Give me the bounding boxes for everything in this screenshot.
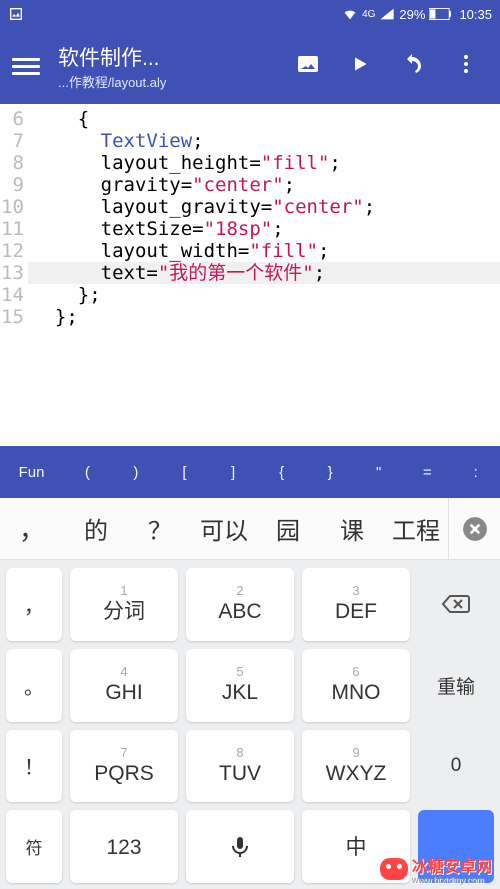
suggestion-item[interactable]: ？ bbox=[128, 511, 192, 546]
watermark-icon bbox=[380, 858, 408, 880]
suggestion-item[interactable]: ， bbox=[0, 510, 64, 547]
code-line[interactable]: layout_height="fill"; bbox=[28, 152, 500, 174]
watermark: 冰糖安卓网 www.btxtdmy.com bbox=[380, 853, 492, 885]
code-editor[interactable]: 6789101112131415 { TextView; layout_heig… bbox=[0, 104, 500, 446]
key[interactable]: 7PQRS bbox=[70, 730, 178, 803]
symbol-key[interactable]: " bbox=[354, 464, 403, 481]
battery-text: 29% bbox=[399, 7, 425, 22]
play-icon[interactable] bbox=[350, 54, 370, 79]
code-line[interactable]: }; bbox=[28, 306, 500, 328]
key[interactable]: 6MNO bbox=[302, 649, 410, 722]
code-line[interactable]: }; bbox=[28, 284, 500, 306]
key[interactable]: 3DEF bbox=[302, 568, 410, 641]
suggestion-item[interactable]: 的 bbox=[64, 511, 128, 546]
func-key[interactable]: 0 bbox=[418, 730, 494, 803]
suggestion-item[interactable]: 课 bbox=[320, 511, 384, 546]
code-line[interactable]: gravity="center"; bbox=[28, 174, 500, 196]
code-line[interactable]: text="我的第一个软件"; bbox=[28, 262, 500, 284]
clock: 10:35 bbox=[459, 7, 492, 22]
image-notification-icon bbox=[8, 6, 24, 22]
symbols-key[interactable]: 符 bbox=[6, 810, 62, 883]
mic-key[interactable] bbox=[186, 810, 294, 883]
key[interactable]: 8TUV bbox=[186, 730, 294, 803]
more-icon[interactable] bbox=[454, 52, 478, 81]
watermark-url: www.btxtdmy.com bbox=[412, 875, 492, 885]
key[interactable]: 1分词 bbox=[70, 568, 178, 641]
watermark-name: 冰糖安卓网 bbox=[412, 859, 492, 876]
symbol-key[interactable]: ) bbox=[112, 464, 161, 481]
punct-key[interactable]: ！ bbox=[6, 730, 62, 803]
status-bar: 4G 29% 10:35 bbox=[0, 0, 500, 28]
signal-icon bbox=[379, 6, 395, 22]
image-icon[interactable] bbox=[296, 52, 320, 81]
code-area[interactable]: { TextView; layout_height="fill"; gravit… bbox=[28, 108, 500, 446]
code-line[interactable]: textSize="18sp"; bbox=[28, 218, 500, 240]
symbol-key[interactable]: [ bbox=[160, 464, 209, 481]
symbol-key[interactable]: = bbox=[403, 464, 452, 481]
suggestion-item[interactable]: 可以 bbox=[192, 511, 256, 546]
title-area: 软件制作... ...作教程/layout.aly bbox=[58, 42, 288, 91]
key[interactable]: 4GHI bbox=[70, 649, 178, 722]
suggestion-bar: ，的？可以园课工程 bbox=[0, 498, 500, 560]
key[interactable]: 2ABC bbox=[186, 568, 294, 641]
code-line[interactable]: layout_width="fill"; bbox=[28, 240, 500, 262]
keyboard: ，1分词2ABC3DEF 。4GHI5JKL6MNO重输 ！7PQRS8TUV9WX… bbox=[0, 560, 500, 889]
symbol-key[interactable]: : bbox=[451, 464, 500, 481]
symbol-key[interactable]: ( bbox=[63, 464, 112, 481]
backspace-key[interactable] bbox=[418, 568, 494, 641]
symbol-key[interactable]: } bbox=[306, 464, 355, 481]
key[interactable]: 9WXYZ bbox=[302, 730, 410, 803]
key[interactable]: 5JKL bbox=[186, 649, 294, 722]
menu-icon[interactable] bbox=[12, 54, 40, 79]
wifi-icon bbox=[342, 6, 358, 22]
app-bar: 软件制作... ...作教程/layout.aly bbox=[0, 28, 500, 104]
app-title: 软件制作... bbox=[58, 42, 288, 72]
code-line[interactable]: TextView; bbox=[28, 130, 500, 152]
app-subtitle: ...作教程/layout.aly bbox=[58, 72, 288, 91]
network-label: 4G bbox=[362, 9, 375, 20]
code-line[interactable]: { bbox=[28, 108, 500, 130]
punct-key[interactable]: 。 bbox=[6, 649, 62, 722]
suggestion-item[interactable]: 园 bbox=[256, 511, 320, 546]
code-line[interactable]: layout_gravity="center"; bbox=[28, 196, 500, 218]
punct-key[interactable]: ， bbox=[6, 568, 62, 641]
close-suggestions-icon[interactable] bbox=[448, 498, 500, 559]
symbol-key[interactable]: { bbox=[257, 464, 306, 481]
battery-icon bbox=[429, 8, 451, 20]
func-key[interactable]: 重输 bbox=[418, 649, 494, 722]
symbol-row: Fun()[]{}"=: bbox=[0, 446, 500, 498]
key[interactable]: 123 bbox=[70, 810, 178, 883]
undo-icon[interactable] bbox=[400, 52, 424, 81]
symbol-key[interactable]: ] bbox=[209, 464, 258, 481]
suggestion-item[interactable]: 工程 bbox=[384, 511, 448, 546]
gutter: 6789101112131415 bbox=[0, 108, 28, 446]
symbol-key[interactable]: Fun bbox=[0, 464, 63, 481]
